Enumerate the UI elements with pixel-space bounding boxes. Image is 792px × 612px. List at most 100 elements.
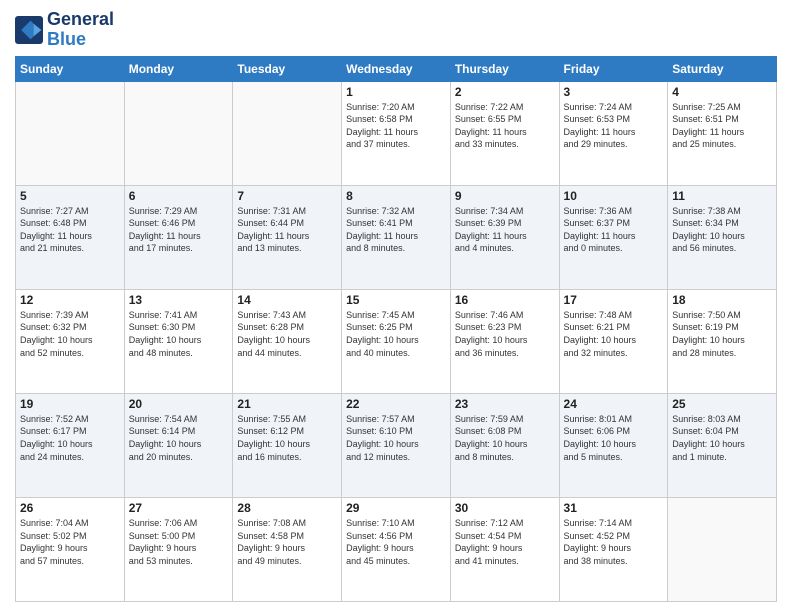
day-number: 27 (129, 501, 229, 515)
day-number: 2 (455, 85, 555, 99)
day-number: 6 (129, 189, 229, 203)
day-info: Sunrise: 7:52 AM Sunset: 6:17 PM Dayligh… (20, 413, 120, 463)
table-row: 3 Sunrise: 7:24 AM Sunset: 6:53 PM Daylig… (559, 81, 668, 185)
day-number: 24 (564, 397, 664, 411)
day-number: 16 (455, 293, 555, 307)
day-info: Sunrise: 8:03 AM Sunset: 6:04 PM Dayligh… (672, 413, 772, 463)
day-info: Sunrise: 7:12 AM Sunset: 4:54 PM Dayligh… (455, 517, 555, 567)
table-row: 12 Sunrise: 7:39 AM Sunset: 6:32 PM Dayli… (16, 289, 125, 393)
header: General Blue (15, 10, 777, 50)
calendar-week-row: 1 Sunrise: 7:20 AM Sunset: 6:58 PM Daylig… (16, 81, 777, 185)
day-info: Sunrise: 7:31 AM Sunset: 6:44 PM Dayligh… (237, 205, 337, 255)
day-info: Sunrise: 7:43 AM Sunset: 6:28 PM Dayligh… (237, 309, 337, 359)
col-friday: Friday (559, 56, 668, 81)
day-info: Sunrise: 7:46 AM Sunset: 6:23 PM Dayligh… (455, 309, 555, 359)
col-sunday: Sunday (16, 56, 125, 81)
table-row: 25Sunrise: 8:03 AM Sunset: 6:04 PM Dayli… (668, 393, 777, 497)
day-number: 12 (20, 293, 120, 307)
day-info: Sunrise: 7:24 AM Sunset: 6:53 PM Dayligh… (564, 101, 664, 151)
table-row: 18 Sunrise: 7:50 AM Sunset: 6:19 PM Dayli… (668, 289, 777, 393)
calendar: Sunday Monday Tuesday Wednesday Thursday… (15, 56, 777, 602)
col-monday: Monday (124, 56, 233, 81)
col-thursday: Thursday (450, 56, 559, 81)
table-row: 31 Sunrise: 7:14 AM Sunset: 4:52 PM Dayli… (559, 497, 668, 601)
table-row (16, 81, 125, 185)
col-saturday: Saturday (668, 56, 777, 81)
day-info: Sunrise: 7:04 AM Sunset: 5:02 PM Dayligh… (20, 517, 120, 567)
table-row (233, 81, 342, 185)
day-info: Sunrise: 7:25 AM Sunset: 6:51 PM Dayligh… (672, 101, 772, 151)
day-number: 10 (564, 189, 664, 203)
day-info: Sunrise: 7:39 AM Sunset: 6:32 PM Dayligh… (20, 309, 120, 359)
logo: General Blue (15, 10, 114, 50)
calendar-week-row: 12 Sunrise: 7:39 AM Sunset: 6:32 PM Dayli… (16, 289, 777, 393)
col-tuesday: Tuesday (233, 56, 342, 81)
calendar-week-row: 26Sunrise: 7:04 AM Sunset: 5:02 PM Dayli… (16, 497, 777, 601)
day-info: Sunrise: 7:34 AM Sunset: 6:39 PM Dayligh… (455, 205, 555, 255)
table-row: 24 Sunrise: 8:01 AM Sunset: 6:06 PM Dayli… (559, 393, 668, 497)
table-row: 30Sunrise: 7:12 AM Sunset: 4:54 PM Dayli… (450, 497, 559, 601)
table-row: 20Sunrise: 7:54 AM Sunset: 6:14 PM Dayli… (124, 393, 233, 497)
day-number: 1 (346, 85, 446, 99)
day-info: Sunrise: 7:38 AM Sunset: 6:34 PM Dayligh… (672, 205, 772, 255)
day-number: 11 (672, 189, 772, 203)
day-info: Sunrise: 7:59 AM Sunset: 6:08 PM Dayligh… (455, 413, 555, 463)
table-row: 8 Sunrise: 7:32 AM Sunset: 6:41 PM Daylig… (342, 185, 451, 289)
day-number: 8 (346, 189, 446, 203)
day-number: 15 (346, 293, 446, 307)
day-info: Sunrise: 7:20 AM Sunset: 6:58 PM Dayligh… (346, 101, 446, 151)
day-info: Sunrise: 7:14 AM Sunset: 4:52 PM Dayligh… (564, 517, 664, 567)
day-number: 4 (672, 85, 772, 99)
day-info: Sunrise: 7:41 AM Sunset: 6:30 PM Dayligh… (129, 309, 229, 359)
calendar-week-row: 19 Sunrise: 7:52 AM Sunset: 6:17 PM Dayli… (16, 393, 777, 497)
calendar-header-row: Sunday Monday Tuesday Wednesday Thursday… (16, 56, 777, 81)
table-row: 16 Sunrise: 7:46 AM Sunset: 6:23 PM Dayli… (450, 289, 559, 393)
table-row: 6Sunrise: 7:29 AM Sunset: 6:46 PM Daylig… (124, 185, 233, 289)
table-row: 19 Sunrise: 7:52 AM Sunset: 6:17 PM Dayli… (16, 393, 125, 497)
day-info: Sunrise: 7:54 AM Sunset: 6:14 PM Dayligh… (129, 413, 229, 463)
day-info: Sunrise: 7:55 AM Sunset: 6:12 PM Dayligh… (237, 413, 337, 463)
day-info: Sunrise: 7:32 AM Sunset: 6:41 PM Dayligh… (346, 205, 446, 255)
day-number: 29 (346, 501, 446, 515)
table-row: 9 Sunrise: 7:34 AM Sunset: 6:39 PM Daylig… (450, 185, 559, 289)
day-number: 28 (237, 501, 337, 515)
day-info: Sunrise: 7:48 AM Sunset: 6:21 PM Dayligh… (564, 309, 664, 359)
day-number: 22 (346, 397, 446, 411)
day-info: Sunrise: 7:57 AM Sunset: 6:10 PM Dayligh… (346, 413, 446, 463)
table-row: 27 Sunrise: 7:06 AM Sunset: 5:00 PM Dayli… (124, 497, 233, 601)
day-info: Sunrise: 8:01 AM Sunset: 6:06 PM Dayligh… (564, 413, 664, 463)
day-info: Sunrise: 7:36 AM Sunset: 6:37 PM Dayligh… (564, 205, 664, 255)
table-row: 23 Sunrise: 7:59 AM Sunset: 6:08 PM Dayli… (450, 393, 559, 497)
table-row: 1 Sunrise: 7:20 AM Sunset: 6:58 PM Daylig… (342, 81, 451, 185)
day-number: 23 (455, 397, 555, 411)
table-row: 11 Sunrise: 7:38 AM Sunset: 6:34 PM Dayli… (668, 185, 777, 289)
day-number: 14 (237, 293, 337, 307)
table-row: 22 Sunrise: 7:57 AM Sunset: 6:10 PM Dayli… (342, 393, 451, 497)
day-info: Sunrise: 7:27 AM Sunset: 6:48 PM Dayligh… (20, 205, 120, 255)
table-row (668, 497, 777, 601)
calendar-week-row: 5Sunrise: 7:27 AM Sunset: 6:48 PM Daylig… (16, 185, 777, 289)
day-info: Sunrise: 7:22 AM Sunset: 6:55 PM Dayligh… (455, 101, 555, 151)
day-number: 17 (564, 293, 664, 307)
table-row: 26Sunrise: 7:04 AM Sunset: 5:02 PM Dayli… (16, 497, 125, 601)
day-info: Sunrise: 7:50 AM Sunset: 6:19 PM Dayligh… (672, 309, 772, 359)
day-info: Sunrise: 7:06 AM Sunset: 5:00 PM Dayligh… (129, 517, 229, 567)
logo-icon (15, 16, 43, 44)
logo-text: General Blue (47, 10, 114, 50)
table-row (124, 81, 233, 185)
day-number: 31 (564, 501, 664, 515)
table-row: 2 Sunrise: 7:22 AM Sunset: 6:55 PM Daylig… (450, 81, 559, 185)
day-number: 9 (455, 189, 555, 203)
table-row: 17 Sunrise: 7:48 AM Sunset: 6:21 PM Dayli… (559, 289, 668, 393)
table-row: 10 Sunrise: 7:36 AM Sunset: 6:37 PM Dayli… (559, 185, 668, 289)
table-row: 13Sunrise: 7:41 AM Sunset: 6:30 PM Dayli… (124, 289, 233, 393)
table-row: 5Sunrise: 7:27 AM Sunset: 6:48 PM Daylig… (16, 185, 125, 289)
day-info: Sunrise: 7:45 AM Sunset: 6:25 PM Dayligh… (346, 309, 446, 359)
day-number: 19 (20, 397, 120, 411)
day-number: 7 (237, 189, 337, 203)
table-row: 14 Sunrise: 7:43 AM Sunset: 6:28 PM Dayli… (233, 289, 342, 393)
day-number: 3 (564, 85, 664, 99)
day-number: 18 (672, 293, 772, 307)
table-row: 7 Sunrise: 7:31 AM Sunset: 6:44 PM Daylig… (233, 185, 342, 289)
col-wednesday: Wednesday (342, 56, 451, 81)
